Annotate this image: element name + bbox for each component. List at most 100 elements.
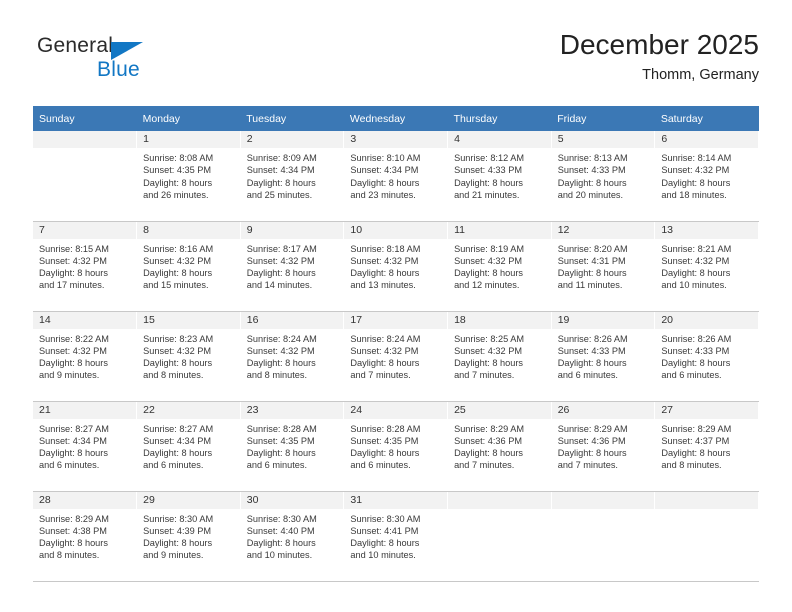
- general-blue-logo[interactable]: General Blue: [37, 34, 217, 94]
- sunset-text: Sunset: 4:36 PM: [454, 435, 522, 446]
- day-number: 27: [655, 401, 758, 419]
- sunset-text: Sunset: 4:31 PM: [557, 255, 626, 266]
- day-details: Sunrise: 8:30 AM Sunset: 4:41 PM Dayligh…: [344, 509, 447, 562]
- daylight-text-line1: Daylight: 8 hours: [454, 358, 524, 369]
- daylight-text-line1: Daylight: 8 hours: [557, 177, 627, 188]
- day-cell[interactable]: [551, 491, 656, 582]
- day-number: 17: [344, 311, 448, 329]
- day-cell[interactable]: 20 Sunrise: 8:26 AM Sunset: 4:33 PM Dayl…: [654, 311, 759, 402]
- daylight-text-line2: and 21 minutes.: [454, 189, 520, 200]
- day-number: [33, 131, 137, 148]
- sunrise-text: Sunrise: 8:10 AM: [350, 153, 421, 163]
- daylight-text-line2: and 7 minutes.: [350, 370, 411, 381]
- daylight-text-line2: and 6 minutes.: [661, 370, 722, 381]
- day-details: Sunrise: 8:21 AM Sunset: 4:32 PM Dayligh…: [655, 239, 758, 292]
- sunset-text: Sunset: 4:32 PM: [143, 255, 212, 266]
- weekday-header-saturday: Saturday: [654, 106, 759, 131]
- day-cell[interactable]: 11 Sunrise: 8:19 AM Sunset: 4:32 PM Dayl…: [447, 221, 552, 312]
- day-cell[interactable]: 22 Sunrise: 8:27 AM Sunset: 4:34 PM Dayl…: [136, 401, 241, 492]
- day-cell[interactable]: 3 Sunrise: 8:10 AM Sunset: 4:34 PM Dayli…: [343, 131, 449, 222]
- day-cell[interactable]: [447, 491, 552, 582]
- calendar-grid: Sunday Monday Tuesday Wednesday Thursday…: [33, 106, 759, 582]
- sunrise-text: Sunrise: 8:26 AM: [661, 333, 732, 344]
- day-cell[interactable]: [654, 491, 759, 582]
- day-cell[interactable]: 6 Sunrise: 8:14 AM Sunset: 4:32 PM Dayli…: [654, 131, 759, 222]
- daylight-text-line2: and 18 minutes.: [661, 189, 727, 200]
- sunrise-text: Sunrise: 8:27 AM: [143, 423, 214, 434]
- day-details: Sunrise: 8:29 AM Sunset: 4:36 PM Dayligh…: [448, 419, 551, 472]
- sunrise-text: Sunrise: 8:28 AM: [350, 423, 421, 434]
- daylight-text-line2: and 13 minutes.: [350, 280, 416, 291]
- title-block: December 2025 Thomm, Germany: [560, 28, 759, 86]
- day-number: 9: [240, 221, 344, 239]
- day-cell[interactable]: 28 Sunrise: 8:29 AM Sunset: 4:38 PM Dayl…: [33, 491, 138, 582]
- day-cell[interactable]: 18 Sunrise: 8:25 AM Sunset: 4:32 PM Dayl…: [447, 311, 552, 402]
- day-cell[interactable]: 4 Sunrise: 8:12 AM Sunset: 4:33 PM Dayli…: [447, 131, 552, 222]
- day-cell[interactable]: 8 Sunrise: 8:16 AM Sunset: 4:32 PM Dayli…: [136, 221, 241, 312]
- day-cell[interactable]: 21 Sunrise: 8:27 AM Sunset: 4:34 PM Dayl…: [33, 401, 138, 492]
- day-details: Sunrise: 8:27 AM Sunset: 4:34 PM Dayligh…: [33, 419, 136, 472]
- sunrise-text: Sunrise: 8:09 AM: [246, 153, 317, 163]
- day-cell[interactable]: 1 Sunrise: 8:08 AM Sunset: 4:35 PM Dayli…: [136, 131, 241, 222]
- day-number: 11: [448, 221, 551, 239]
- page-header: General Blue December 2025 Thomm, German…: [33, 28, 759, 100]
- day-cell[interactable]: 26 Sunrise: 8:29 AM Sunset: 4:36 PM Dayl…: [551, 401, 656, 492]
- daylight-text-line2: and 26 minutes.: [143, 189, 209, 200]
- day-details: Sunrise: 8:29 AM Sunset: 4:36 PM Dayligh…: [552, 419, 655, 472]
- sunrise-text: Sunrise: 8:24 AM: [246, 333, 317, 344]
- sunset-text: Sunset: 4:34 PM: [39, 435, 107, 446]
- day-details: Sunrise: 8:18 AM Sunset: 4:32 PM Dayligh…: [344, 239, 447, 292]
- daylight-text-line1: Daylight: 8 hours: [39, 268, 108, 279]
- sunrise-text: Sunrise: 8:27 AM: [39, 423, 109, 434]
- sunrise-text: Sunrise: 8:26 AM: [557, 333, 628, 344]
- day-number: 20: [655, 311, 758, 329]
- day-cell[interactable]: 25 Sunrise: 8:29 AM Sunset: 4:36 PM Dayl…: [447, 401, 552, 492]
- day-cell[interactable]: 2 Sunrise: 8:09 AM Sunset: 4:34 PM Dayli…: [240, 131, 345, 222]
- sunset-text: Sunset: 4:33 PM: [557, 165, 626, 176]
- day-cell[interactable]: 16 Sunrise: 8:24 AM Sunset: 4:32 PM Dayl…: [240, 311, 345, 402]
- daylight-text-line2: and 14 minutes.: [246, 280, 313, 291]
- day-cell[interactable]: [33, 131, 138, 222]
- day-cell[interactable]: 27 Sunrise: 8:29 AM Sunset: 4:37 PM Dayl…: [654, 401, 759, 492]
- daylight-text-line2: and 6 minutes.: [557, 370, 618, 381]
- day-cell[interactable]: 17 Sunrise: 8:24 AM Sunset: 4:32 PM Dayl…: [343, 311, 449, 402]
- day-number: 12: [551, 221, 655, 239]
- day-cell[interactable]: 24 Sunrise: 8:28 AM Sunset: 4:35 PM Dayl…: [343, 401, 449, 492]
- day-cell[interactable]: 29 Sunrise: 8:30 AM Sunset: 4:39 PM Dayl…: [136, 491, 241, 582]
- daylight-text-line1: Daylight: 8 hours: [246, 538, 316, 549]
- day-details: Sunrise: 8:15 AM Sunset: 4:32 PM Dayligh…: [33, 239, 136, 292]
- day-cell[interactable]: 19 Sunrise: 8:26 AM Sunset: 4:33 PM Dayl…: [551, 311, 656, 402]
- daylight-text-line2: and 10 minutes.: [246, 550, 313, 561]
- day-details: Sunrise: 8:30 AM Sunset: 4:39 PM Dayligh…: [137, 509, 240, 562]
- day-cell[interactable]: 23 Sunrise: 8:28 AM Sunset: 4:35 PM Dayl…: [240, 401, 345, 492]
- day-cell[interactable]: 7 Sunrise: 8:15 AM Sunset: 4:32 PM Dayli…: [33, 221, 138, 312]
- day-details: Sunrise: 8:25 AM Sunset: 4:32 PM Dayligh…: [448, 329, 551, 382]
- day-details: [33, 148, 136, 152]
- sunrise-text: Sunrise: 8:20 AM: [557, 243, 628, 254]
- day-details: Sunrise: 8:29 AM Sunset: 4:38 PM Dayligh…: [33, 509, 136, 562]
- day-details: Sunrise: 8:27 AM Sunset: 4:34 PM Dayligh…: [137, 419, 240, 472]
- day-cell[interactable]: 13 Sunrise: 8:21 AM Sunset: 4:32 PM Dayl…: [654, 221, 759, 312]
- day-number: 23: [240, 401, 344, 419]
- sunset-text: Sunset: 4:32 PM: [39, 255, 107, 266]
- day-number: 15: [137, 311, 240, 329]
- daylight-text-line1: Daylight: 8 hours: [143, 538, 213, 549]
- sunset-text: Sunset: 4:32 PM: [246, 345, 315, 356]
- day-cell[interactable]: 9 Sunrise: 8:17 AM Sunset: 4:32 PM Dayli…: [240, 221, 345, 312]
- day-cell[interactable]: 12 Sunrise: 8:20 AM Sunset: 4:31 PM Dayl…: [551, 221, 656, 312]
- daylight-text-line1: Daylight: 8 hours: [39, 538, 108, 549]
- day-number: 30: [240, 491, 344, 509]
- daylight-text-line2: and 12 minutes.: [454, 280, 520, 291]
- daylight-text-line2: and 10 minutes.: [661, 280, 727, 291]
- day-number: 1: [137, 131, 240, 148]
- day-number: 16: [240, 311, 344, 329]
- day-cell[interactable]: 14 Sunrise: 8:22 AM Sunset: 4:32 PM Dayl…: [33, 311, 138, 402]
- day-cell[interactable]: 30 Sunrise: 8:30 AM Sunset: 4:40 PM Dayl…: [240, 491, 345, 582]
- day-cell[interactable]: 5 Sunrise: 8:13 AM Sunset: 4:33 PM Dayli…: [551, 131, 656, 222]
- day-cell[interactable]: 15 Sunrise: 8:23 AM Sunset: 4:32 PM Dayl…: [136, 311, 241, 402]
- day-cell[interactable]: 10 Sunrise: 8:18 AM Sunset: 4:32 PM Dayl…: [343, 221, 449, 312]
- day-details: Sunrise: 8:10 AM Sunset: 4:34 PM Dayligh…: [344, 148, 447, 201]
- day-cell[interactable]: 31 Sunrise: 8:30 AM Sunset: 4:41 PM Dayl…: [343, 491, 449, 582]
- day-details: [448, 509, 551, 513]
- day-number: 18: [448, 311, 551, 329]
